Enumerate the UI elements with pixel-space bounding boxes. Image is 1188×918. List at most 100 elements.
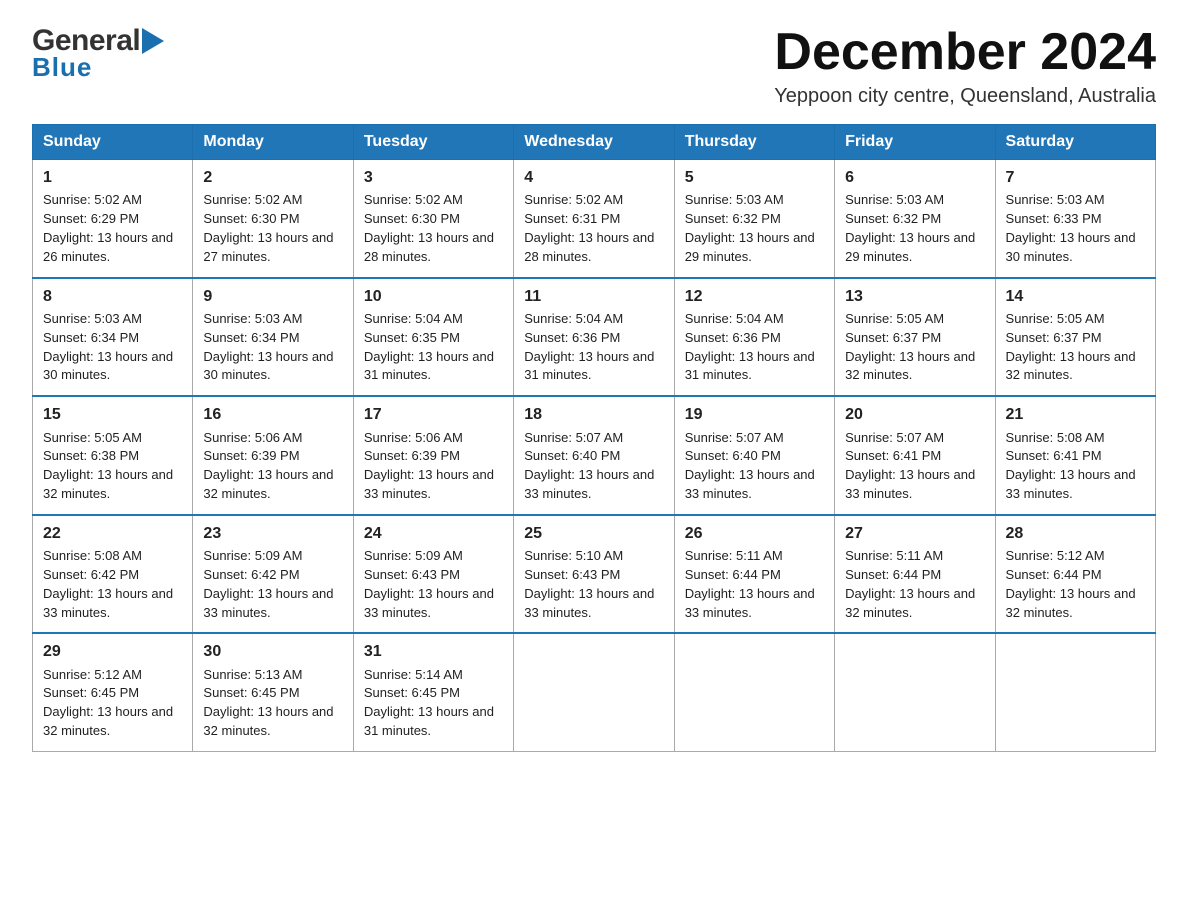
calendar-day-cell: 18 Sunrise: 5:07 AM Sunset: 6:40 PM Dayl… <box>514 396 674 515</box>
daylight-line: Daylight: 13 hours and 33 minutes. <box>364 467 494 501</box>
day-number: 25 <box>524 522 663 545</box>
sunset-line: Sunset: 6:33 PM <box>1006 211 1102 226</box>
header-friday: Friday <box>835 125 995 160</box>
sunset-line: Sunset: 6:45 PM <box>364 685 460 700</box>
day-number: 17 <box>364 403 503 426</box>
calendar-title-area: December 2024 Yeppoon city centre, Queen… <box>774 24 1156 108</box>
daylight-line: Daylight: 13 hours and 32 minutes. <box>43 467 173 501</box>
calendar-day-cell <box>514 633 674 751</box>
sunrise-line: Sunrise: 5:03 AM <box>43 311 142 326</box>
sunset-line: Sunset: 6:40 PM <box>685 448 781 463</box>
calendar-day-cell <box>835 633 995 751</box>
day-number: 7 <box>1006 166 1145 189</box>
sunrise-line: Sunrise: 5:05 AM <box>43 430 142 445</box>
day-number: 30 <box>203 640 342 663</box>
calendar-day-cell: 22 Sunrise: 5:08 AM Sunset: 6:42 PM Dayl… <box>33 515 193 634</box>
sunset-line: Sunset: 6:32 PM <box>685 211 781 226</box>
month-title: December 2024 <box>774 24 1156 81</box>
sunrise-line: Sunrise: 5:13 AM <box>203 667 302 682</box>
sunrise-line: Sunrise: 5:03 AM <box>685 192 784 207</box>
day-number: 20 <box>845 403 984 426</box>
sunrise-line: Sunrise: 5:02 AM <box>524 192 623 207</box>
sunrise-line: Sunrise: 5:10 AM <box>524 548 623 563</box>
calendar-day-cell: 25 Sunrise: 5:10 AM Sunset: 6:43 PM Dayl… <box>514 515 674 634</box>
calendar-day-cell: 19 Sunrise: 5:07 AM Sunset: 6:40 PM Dayl… <box>674 396 834 515</box>
daylight-line: Daylight: 13 hours and 32 minutes. <box>1006 349 1136 383</box>
sunrise-line: Sunrise: 5:07 AM <box>524 430 623 445</box>
sunset-line: Sunset: 6:41 PM <box>845 448 941 463</box>
day-number: 3 <box>364 166 503 189</box>
calendar-day-cell: 10 Sunrise: 5:04 AM Sunset: 6:35 PM Dayl… <box>353 278 513 397</box>
daylight-line: Daylight: 13 hours and 29 minutes. <box>845 230 975 264</box>
sunset-line: Sunset: 6:30 PM <box>203 211 299 226</box>
day-number: 21 <box>1006 403 1145 426</box>
day-number: 9 <box>203 285 342 308</box>
sunset-line: Sunset: 6:45 PM <box>203 685 299 700</box>
calendar-day-cell: 6 Sunrise: 5:03 AM Sunset: 6:32 PM Dayli… <box>835 160 995 278</box>
day-number: 24 <box>364 522 503 545</box>
day-number: 4 <box>524 166 663 189</box>
sunset-line: Sunset: 6:41 PM <box>1006 448 1102 463</box>
header-monday: Monday <box>193 125 353 160</box>
day-number: 6 <box>845 166 984 189</box>
day-number: 18 <box>524 403 663 426</box>
day-number: 11 <box>524 285 663 308</box>
calendar-day-cell: 26 Sunrise: 5:11 AM Sunset: 6:44 PM Dayl… <box>674 515 834 634</box>
daylight-line: Daylight: 13 hours and 26 minutes. <box>43 230 173 264</box>
calendar-week-row: 29 Sunrise: 5:12 AM Sunset: 6:45 PM Dayl… <box>33 633 1156 751</box>
sunset-line: Sunset: 6:42 PM <box>43 567 139 582</box>
calendar-week-row: 15 Sunrise: 5:05 AM Sunset: 6:38 PM Dayl… <box>33 396 1156 515</box>
sunset-line: Sunset: 6:30 PM <box>364 211 460 226</box>
calendar-day-cell: 4 Sunrise: 5:02 AM Sunset: 6:31 PM Dayli… <box>514 160 674 278</box>
day-number: 10 <box>364 285 503 308</box>
calendar-day-cell: 23 Sunrise: 5:09 AM Sunset: 6:42 PM Dayl… <box>193 515 353 634</box>
calendar-week-row: 22 Sunrise: 5:08 AM Sunset: 6:42 PM Dayl… <box>33 515 1156 634</box>
daylight-line: Daylight: 13 hours and 27 minutes. <box>203 230 333 264</box>
day-number: 15 <box>43 403 182 426</box>
daylight-line: Daylight: 13 hours and 33 minutes. <box>524 586 654 620</box>
sunrise-line: Sunrise: 5:12 AM <box>1006 548 1105 563</box>
sunrise-line: Sunrise: 5:06 AM <box>364 430 463 445</box>
sunset-line: Sunset: 6:43 PM <box>364 567 460 582</box>
calendar-day-cell: 9 Sunrise: 5:03 AM Sunset: 6:34 PM Dayli… <box>193 278 353 397</box>
daylight-line: Daylight: 13 hours and 32 minutes. <box>203 467 333 501</box>
day-number: 14 <box>1006 285 1145 308</box>
daylight-line: Daylight: 13 hours and 31 minutes. <box>364 349 494 383</box>
calendar-day-cell: 7 Sunrise: 5:03 AM Sunset: 6:33 PM Dayli… <box>995 160 1155 278</box>
calendar-day-cell <box>674 633 834 751</box>
sunset-line: Sunset: 6:35 PM <box>364 330 460 345</box>
calendar-day-cell: 13 Sunrise: 5:05 AM Sunset: 6:37 PM Dayl… <box>835 278 995 397</box>
daylight-line: Daylight: 13 hours and 31 minutes. <box>685 349 815 383</box>
daylight-line: Daylight: 13 hours and 32 minutes. <box>845 349 975 383</box>
sunset-line: Sunset: 6:36 PM <box>685 330 781 345</box>
calendar-day-cell: 21 Sunrise: 5:08 AM Sunset: 6:41 PM Dayl… <box>995 396 1155 515</box>
sunrise-line: Sunrise: 5:05 AM <box>1006 311 1105 326</box>
logo: General Blue <box>32 24 164 83</box>
calendar-day-cell: 31 Sunrise: 5:14 AM Sunset: 6:45 PM Dayl… <box>353 633 513 751</box>
daylight-line: Daylight: 13 hours and 32 minutes. <box>43 704 173 738</box>
daylight-line: Daylight: 13 hours and 33 minutes. <box>845 467 975 501</box>
sunset-line: Sunset: 6:34 PM <box>43 330 139 345</box>
daylight-line: Daylight: 13 hours and 28 minutes. <box>364 230 494 264</box>
sunrise-line: Sunrise: 5:02 AM <box>203 192 302 207</box>
sunrise-line: Sunrise: 5:09 AM <box>364 548 463 563</box>
sunset-line: Sunset: 6:44 PM <box>845 567 941 582</box>
sunrise-line: Sunrise: 5:07 AM <box>685 430 784 445</box>
day-number: 28 <box>1006 522 1145 545</box>
calendar-day-cell: 24 Sunrise: 5:09 AM Sunset: 6:43 PM Dayl… <box>353 515 513 634</box>
day-number: 31 <box>364 640 503 663</box>
calendar-day-cell: 15 Sunrise: 5:05 AM Sunset: 6:38 PM Dayl… <box>33 396 193 515</box>
sunrise-line: Sunrise: 5:11 AM <box>845 548 943 563</box>
sunrise-line: Sunrise: 5:08 AM <box>1006 430 1105 445</box>
calendar-day-cell: 2 Sunrise: 5:02 AM Sunset: 6:30 PM Dayli… <box>193 160 353 278</box>
day-number: 29 <box>43 640 182 663</box>
sunset-line: Sunset: 6:44 PM <box>1006 567 1102 582</box>
daylight-line: Daylight: 13 hours and 33 minutes. <box>685 586 815 620</box>
day-number: 19 <box>685 403 824 426</box>
sunrise-line: Sunrise: 5:06 AM <box>203 430 302 445</box>
daylight-line: Daylight: 13 hours and 31 minutes. <box>524 349 654 383</box>
location-subtitle: Yeppoon city centre, Queensland, Austral… <box>774 85 1156 108</box>
header-thursday: Thursday <box>674 125 834 160</box>
header-wednesday: Wednesday <box>514 125 674 160</box>
calendar-day-cell: 27 Sunrise: 5:11 AM Sunset: 6:44 PM Dayl… <box>835 515 995 634</box>
